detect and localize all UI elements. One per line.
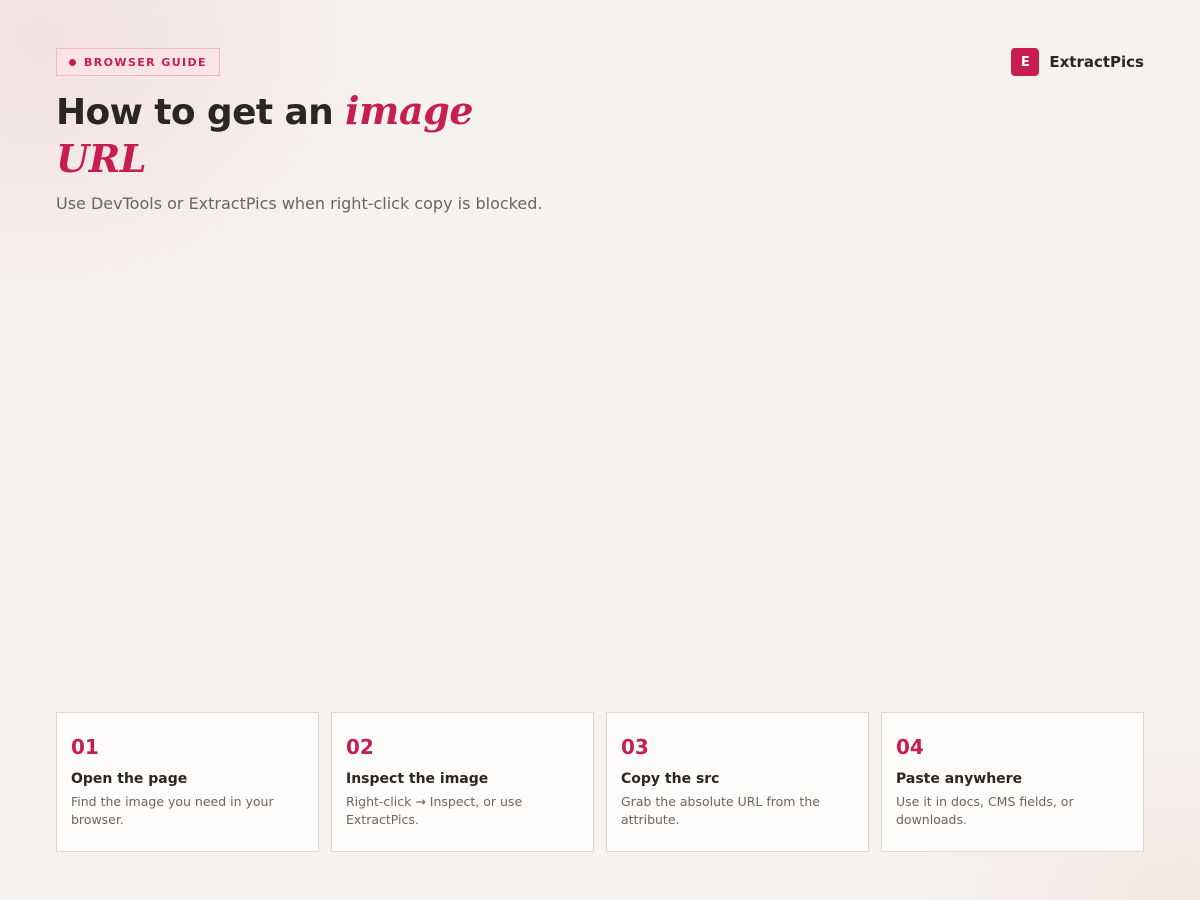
step-card: 01 Open the page Find the image you need…: [56, 712, 319, 852]
step-number: 02: [346, 735, 374, 759]
page-title: How to get an image URL: [56, 88, 556, 184]
step-title: Inspect the image: [346, 771, 489, 787]
step-number: 01: [71, 735, 99, 759]
brand-mark-icon: E: [1011, 48, 1040, 76]
step-description: Grab the absolute URL from the attribute…: [621, 794, 820, 827]
step-title: Open the page: [71, 771, 188, 787]
steps-list: 01 Open the page Find the image you need…: [56, 712, 1144, 852]
step-title: Copy the src: [621, 771, 720, 787]
category-badge: BROWSER GUIDE: [56, 48, 220, 76]
badge-dot-icon: [69, 58, 76, 66]
step-description: Use it in docs, CMS fields, or downloads…: [896, 794, 1074, 827]
page-subtitle: Use DevTools or ExtractPics when right-c…: [56, 194, 543, 213]
step-description: Find the image you need in your browser.: [71, 794, 274, 827]
step-number: 04: [896, 735, 924, 759]
brand-logo[interactable]: E ExtractPics: [1011, 48, 1144, 76]
step-card: 02 Inspect the image Right-click → Inspe…: [331, 712, 594, 852]
page-title-plain: How to get an: [56, 92, 346, 133]
step-number: 03: [621, 735, 649, 759]
step-title: Paste anywhere: [896, 771, 1023, 787]
badge-label: BROWSER GUIDE: [84, 55, 207, 69]
brand-name: ExtractPics: [1049, 53, 1144, 71]
step-card: 03 Copy the src Grab the absolute URL fr…: [606, 712, 869, 852]
step-description: Right-click → Inspect, or use ExtractPic…: [346, 794, 523, 827]
step-card: 04 Paste anywhere Use it in docs, CMS fi…: [881, 712, 1144, 852]
